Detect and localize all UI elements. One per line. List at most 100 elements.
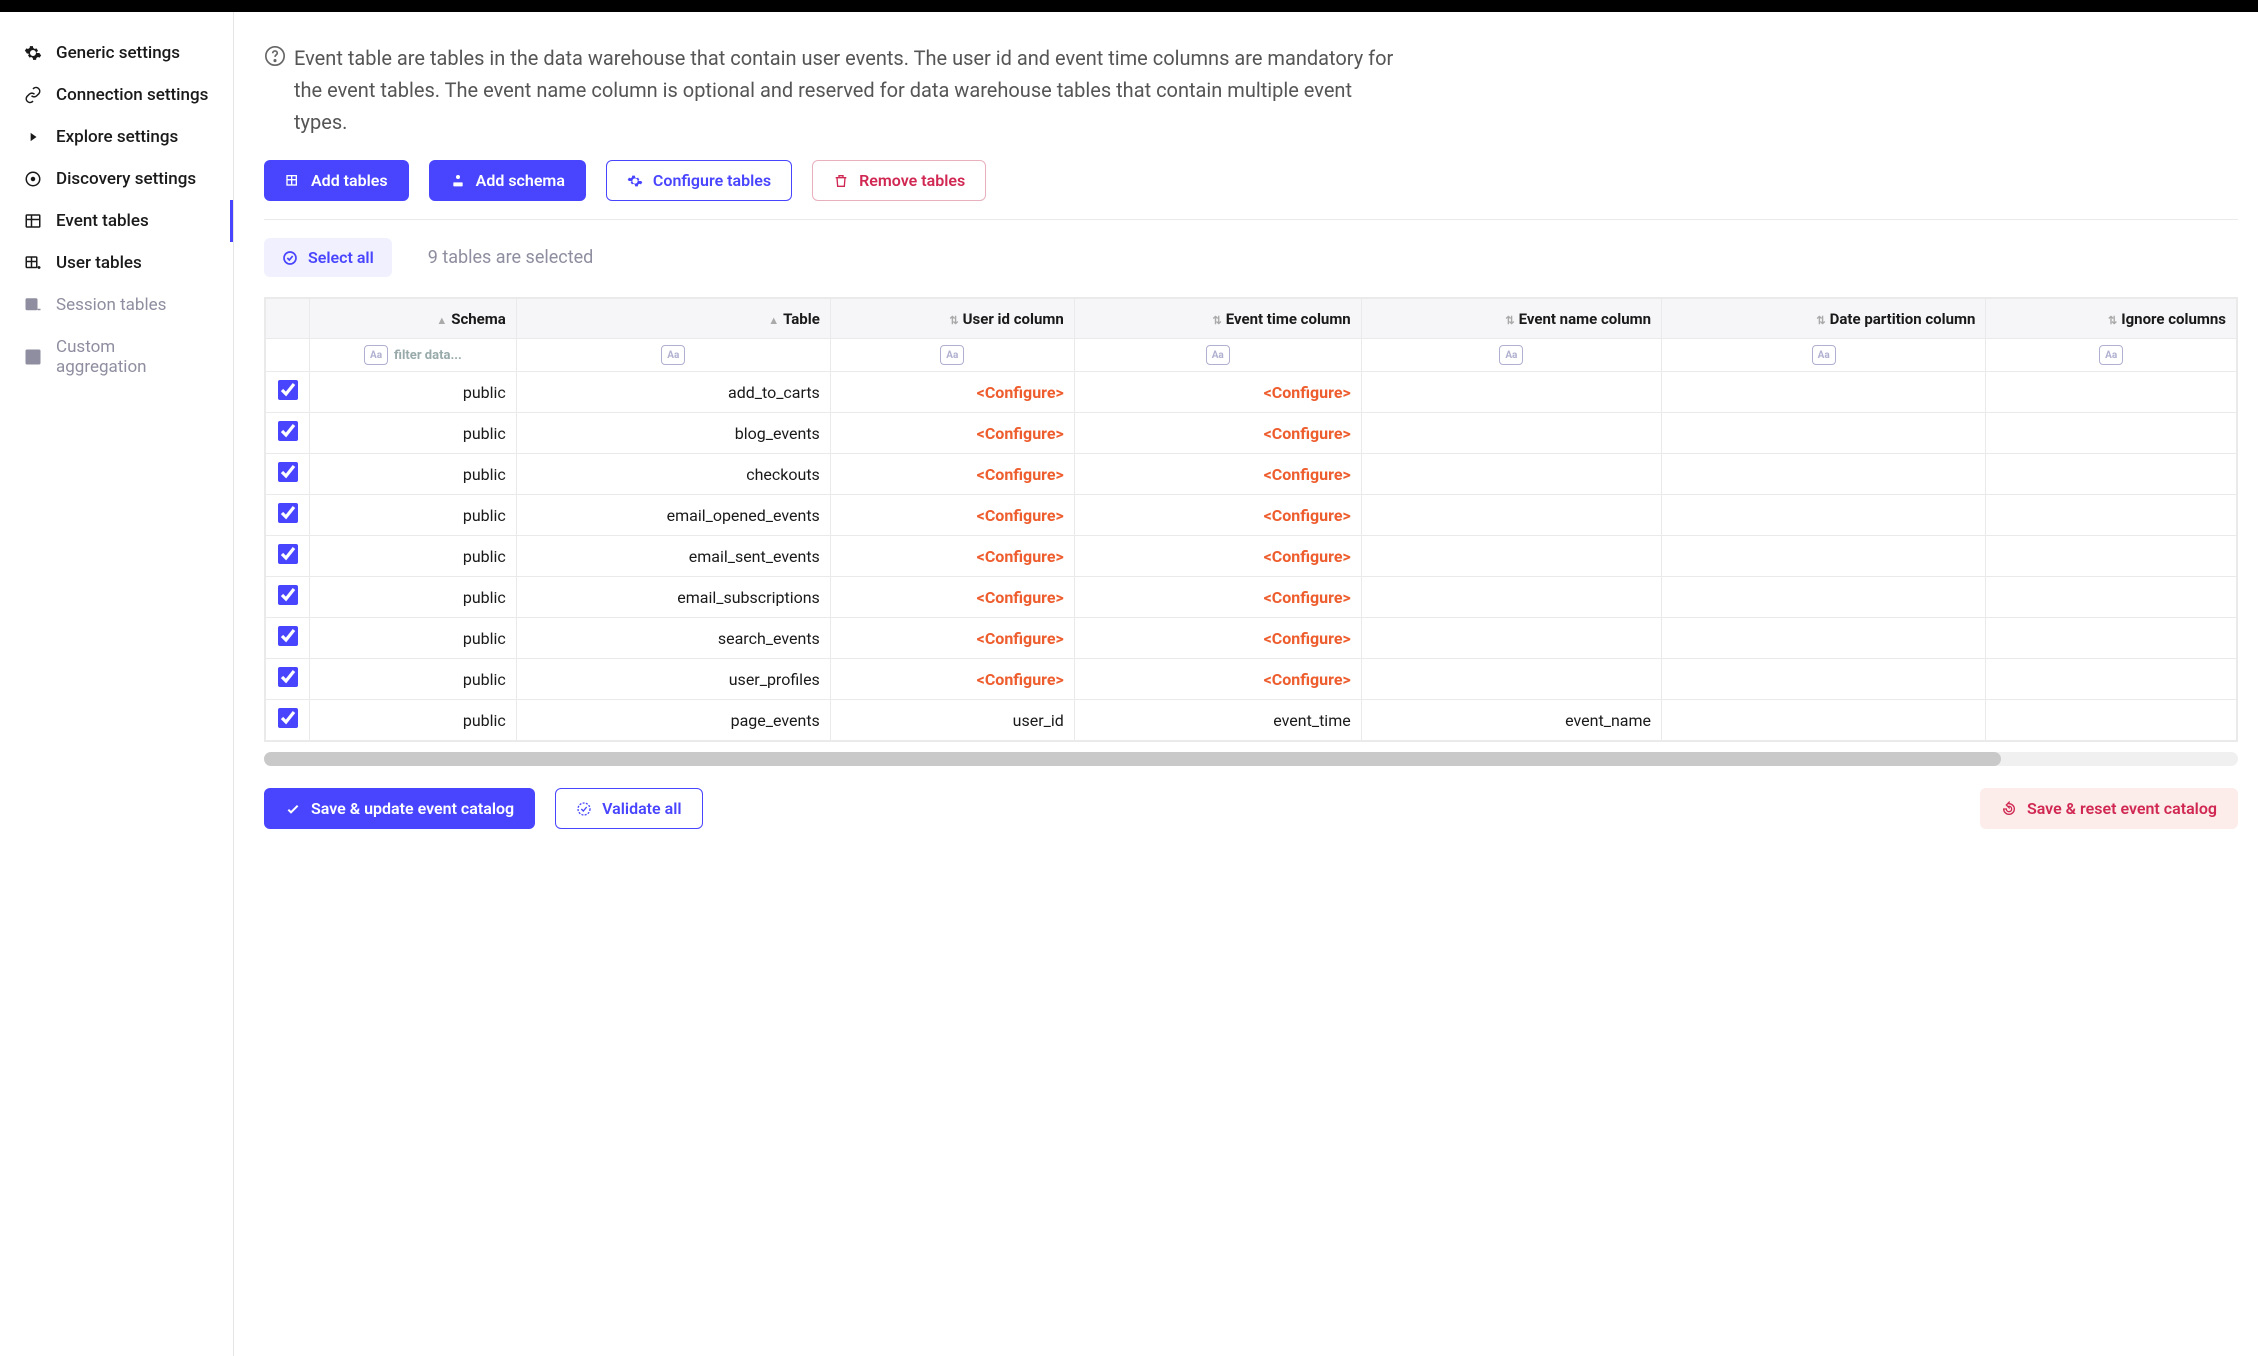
event-time-cell[interactable]: event_time — [1074, 700, 1361, 741]
ignore-cell[interactable] — [1986, 413, 2237, 454]
sidebar-item-explore-settings[interactable]: Explore settings — [0, 116, 233, 158]
sidebar-item-session-tables[interactable]: Session tables — [0, 284, 233, 326]
user-id-cell[interactable]: <Configure> — [830, 536, 1074, 577]
table-cell[interactable]: blog_events — [516, 413, 830, 454]
table-cell[interactable]: email_sent_events — [516, 536, 830, 577]
row-checkbox[interactable] — [278, 462, 298, 482]
event-name-cell[interactable] — [1361, 495, 1661, 536]
filter-schema[interactable]: Aafilter data... — [310, 339, 517, 372]
save-update-button[interactable]: Save & update event catalog — [264, 788, 535, 829]
add-tables-button[interactable]: Add tables — [264, 160, 409, 201]
row-checkbox[interactable] — [278, 626, 298, 646]
ignore-cell[interactable] — [1986, 372, 2237, 413]
event-name-cell[interactable] — [1361, 372, 1661, 413]
filter-table[interactable]: Aa — [516, 339, 830, 372]
add-schema-button[interactable]: Add schema — [429, 160, 586, 201]
ignore-cell[interactable] — [1986, 454, 2237, 495]
row-checkbox[interactable] — [278, 380, 298, 400]
filter-date-partition[interactable]: Aa — [1662, 339, 1986, 372]
event-time-cell[interactable]: <Configure> — [1074, 659, 1361, 700]
event-name-cell[interactable] — [1361, 536, 1661, 577]
user-id-cell[interactable]: <Configure> — [830, 618, 1074, 659]
filter-event-name[interactable]: Aa — [1361, 339, 1661, 372]
remove-tables-button[interactable]: Remove tables — [812, 160, 986, 201]
event-time-cell[interactable]: <Configure> — [1074, 454, 1361, 495]
event-time-header[interactable]: ⇅Event time column — [1074, 299, 1361, 339]
event-time-cell[interactable]: <Configure> — [1074, 372, 1361, 413]
user-id-cell[interactable]: <Configure> — [830, 413, 1074, 454]
filter-ignore[interactable]: Aa — [1986, 339, 2237, 372]
ignore-cell[interactable] — [1986, 618, 2237, 659]
sidebar-item-event-tables[interactable]: Event tables — [0, 200, 233, 242]
table-cell[interactable]: checkouts — [516, 454, 830, 495]
user-id-cell[interactable]: <Configure> — [830, 659, 1074, 700]
event-time-cell[interactable]: <Configure> — [1074, 536, 1361, 577]
ignore-columns-header[interactable]: ⇅Ignore columns — [1986, 299, 2237, 339]
date-partition-cell[interactable] — [1662, 454, 1986, 495]
sidebar-item-connection-settings[interactable]: Connection settings — [0, 74, 233, 116]
event-name-header[interactable]: ⇅Event name column — [1361, 299, 1661, 339]
configure-tables-button[interactable]: Configure tables — [606, 160, 792, 201]
date-partition-cell[interactable] — [1662, 372, 1986, 413]
schema-cell[interactable]: public — [310, 618, 517, 659]
event-name-cell[interactable] — [1361, 577, 1661, 618]
sidebar-item-user-tables[interactable]: User tables — [0, 242, 233, 284]
filter-user-id[interactable]: Aa — [830, 339, 1074, 372]
date-partition-cell[interactable] — [1662, 536, 1986, 577]
event-name-cell[interactable]: event_name — [1361, 700, 1661, 741]
user-id-cell[interactable]: <Configure> — [830, 454, 1074, 495]
horizontal-scrollbar[interactable] — [264, 752, 2238, 766]
row-checkbox[interactable] — [278, 667, 298, 687]
schema-cell[interactable]: public — [310, 495, 517, 536]
event-name-cell[interactable] — [1361, 454, 1661, 495]
ignore-cell[interactable] — [1986, 700, 2237, 741]
table-cell[interactable]: user_profiles — [516, 659, 830, 700]
date-partition-cell[interactable] — [1662, 659, 1986, 700]
user-id-header[interactable]: ⇅User id column — [830, 299, 1074, 339]
schema-cell[interactable]: public — [310, 700, 517, 741]
date-partition-cell[interactable] — [1662, 700, 1986, 741]
date-partition-cell[interactable] — [1662, 413, 1986, 454]
schema-cell[interactable]: public — [310, 577, 517, 618]
sidebar-item-custom-aggregation[interactable]: Custom aggregation — [0, 326, 233, 388]
scrollbar-thumb[interactable] — [264, 752, 2001, 766]
event-name-cell[interactable] — [1361, 618, 1661, 659]
row-checkbox[interactable] — [278, 708, 298, 728]
table-cell[interactable]: page_events — [516, 700, 830, 741]
user-id-cell[interactable]: <Configure> — [830, 495, 1074, 536]
row-checkbox[interactable] — [278, 544, 298, 564]
schema-cell[interactable]: public — [310, 372, 517, 413]
table-header[interactable]: ▲Table — [516, 299, 830, 339]
schema-header[interactable]: ▲Schema — [310, 299, 517, 339]
sidebar-item-discovery-settings[interactable]: Discovery settings — [0, 158, 233, 200]
schema-cell[interactable]: public — [310, 454, 517, 495]
schema-cell[interactable]: public — [310, 659, 517, 700]
date-partition-cell[interactable] — [1662, 495, 1986, 536]
schema-cell[interactable]: public — [310, 536, 517, 577]
event-name-cell[interactable] — [1361, 413, 1661, 454]
ignore-cell[interactable] — [1986, 577, 2237, 618]
filter-event-time[interactable]: Aa — [1074, 339, 1361, 372]
table-cell[interactable]: add_to_carts — [516, 372, 830, 413]
row-checkbox[interactable] — [278, 421, 298, 441]
user-id-cell[interactable]: user_id — [830, 700, 1074, 741]
validate-all-button[interactable]: Validate all — [555, 788, 702, 829]
user-id-cell[interactable]: <Configure> — [830, 372, 1074, 413]
ignore-cell[interactable] — [1986, 659, 2237, 700]
row-checkbox[interactable] — [278, 585, 298, 605]
event-name-cell[interactable] — [1361, 659, 1661, 700]
user-id-cell[interactable]: <Configure> — [830, 577, 1074, 618]
row-checkbox[interactable] — [278, 503, 298, 523]
sidebar-item-generic-settings[interactable]: Generic settings — [0, 32, 233, 74]
table-cell[interactable]: email_subscriptions — [516, 577, 830, 618]
event-time-cell[interactable]: <Configure> — [1074, 495, 1361, 536]
date-partition-cell[interactable] — [1662, 618, 1986, 659]
event-time-cell[interactable]: <Configure> — [1074, 413, 1361, 454]
save-reset-button[interactable]: Save & reset event catalog — [1980, 788, 2238, 829]
select-all-button[interactable]: Select all — [264, 238, 392, 277]
event-time-cell[interactable]: <Configure> — [1074, 577, 1361, 618]
table-cell[interactable]: search_events — [516, 618, 830, 659]
ignore-cell[interactable] — [1986, 536, 2237, 577]
date-partition-cell[interactable] — [1662, 577, 1986, 618]
event-time-cell[interactable]: <Configure> — [1074, 618, 1361, 659]
